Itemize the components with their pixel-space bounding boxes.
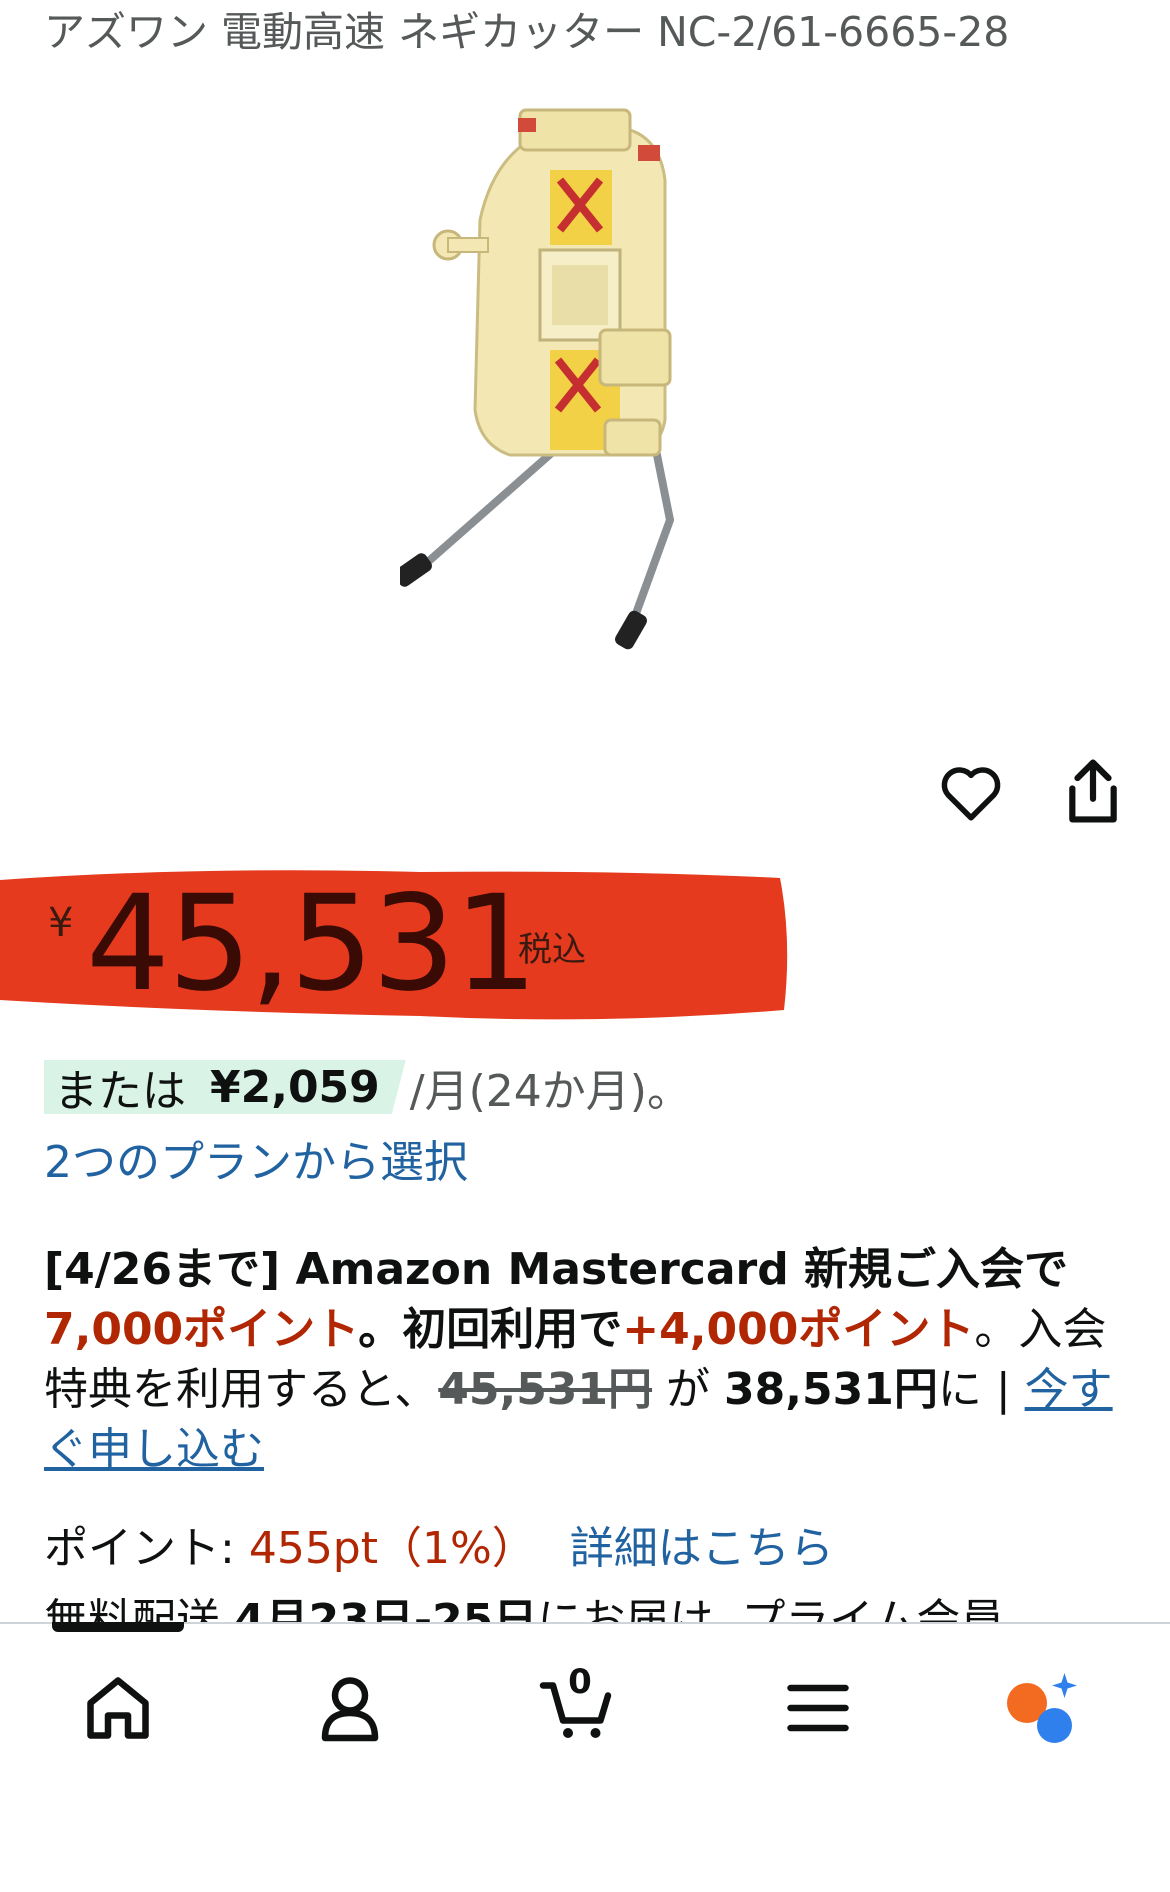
select-plan-link[interactable]: 2つのプランから選択 xyxy=(44,1126,468,1190)
home-icon[interactable] xyxy=(78,1668,158,1748)
promo-new-price: 38,531円 xyxy=(724,1364,938,1415)
installment-chip: または ¥2,059 xyxy=(44,1060,406,1114)
promo-points-2: +4,000ポイント xyxy=(622,1304,975,1355)
promo-text-2: 。初回利用で xyxy=(358,1304,623,1355)
heart-icon[interactable] xyxy=(938,760,1004,826)
promo-points-1: 7,000ポイント xyxy=(44,1304,359,1355)
promo-text-4: が xyxy=(652,1364,725,1415)
rufus-icon[interactable] xyxy=(1002,1668,1082,1748)
delivery-suffix: にお届け. プライム会員 xyxy=(537,1595,1005,1624)
cart-button[interactable]: 0 xyxy=(538,1662,618,1748)
cart-count: 0 xyxy=(568,1662,592,1702)
product-image[interactable] xyxy=(400,90,780,670)
delivery-prefix: 無料配送 xyxy=(44,1595,220,1624)
points-details-link[interactable]: 詳細はこちら xyxy=(570,1523,834,1574)
promo-text-1: [4/26まで] Amazon Mastercard 新規ご入会で xyxy=(44,1244,1069,1295)
bottom-navigation-bar: 0 xyxy=(0,1622,1170,1892)
installment-amount: ¥2,059 xyxy=(210,1061,380,1113)
installment-suffix: /月(24か月)。 xyxy=(409,1066,691,1117)
installment-row: または ¥2,059 /月(24か月)。 xyxy=(44,1057,691,1117)
mastercard-promo: [4/26まで] Amazon Mastercard 新規ご入会で 7,000ポイ… xyxy=(44,1240,1124,1480)
installment-prefix: または xyxy=(54,1066,186,1117)
delivery-row: 無料配送 4月23日-25日にお届け. プライム会員 xyxy=(44,1584,1004,1624)
currency-symbol: ¥ xyxy=(48,900,74,946)
points-label: ポイント: xyxy=(44,1523,235,1574)
account-icon[interactable] xyxy=(310,1668,390,1748)
points-value: 455pt（1%） xyxy=(248,1523,536,1574)
price-value: 45,531 xyxy=(86,867,538,1021)
share-icon[interactable] xyxy=(1062,757,1124,825)
product-title: アズワン 電動高速 ネギカッター NC-2/61-6665-28 xyxy=(44,8,1010,56)
delivery-dates: 4月23日-25日 xyxy=(234,1595,538,1624)
promo-text-5: に | xyxy=(937,1364,1025,1415)
menu-icon[interactable] xyxy=(778,1668,858,1748)
tax-included-label: 税込 xyxy=(518,930,586,970)
promo-original-price: 45,531円 xyxy=(438,1364,653,1415)
nav-active-indicator xyxy=(52,1622,184,1632)
points-row: ポイント: 455pt（1%） 詳細はこちら xyxy=(44,1512,834,1576)
